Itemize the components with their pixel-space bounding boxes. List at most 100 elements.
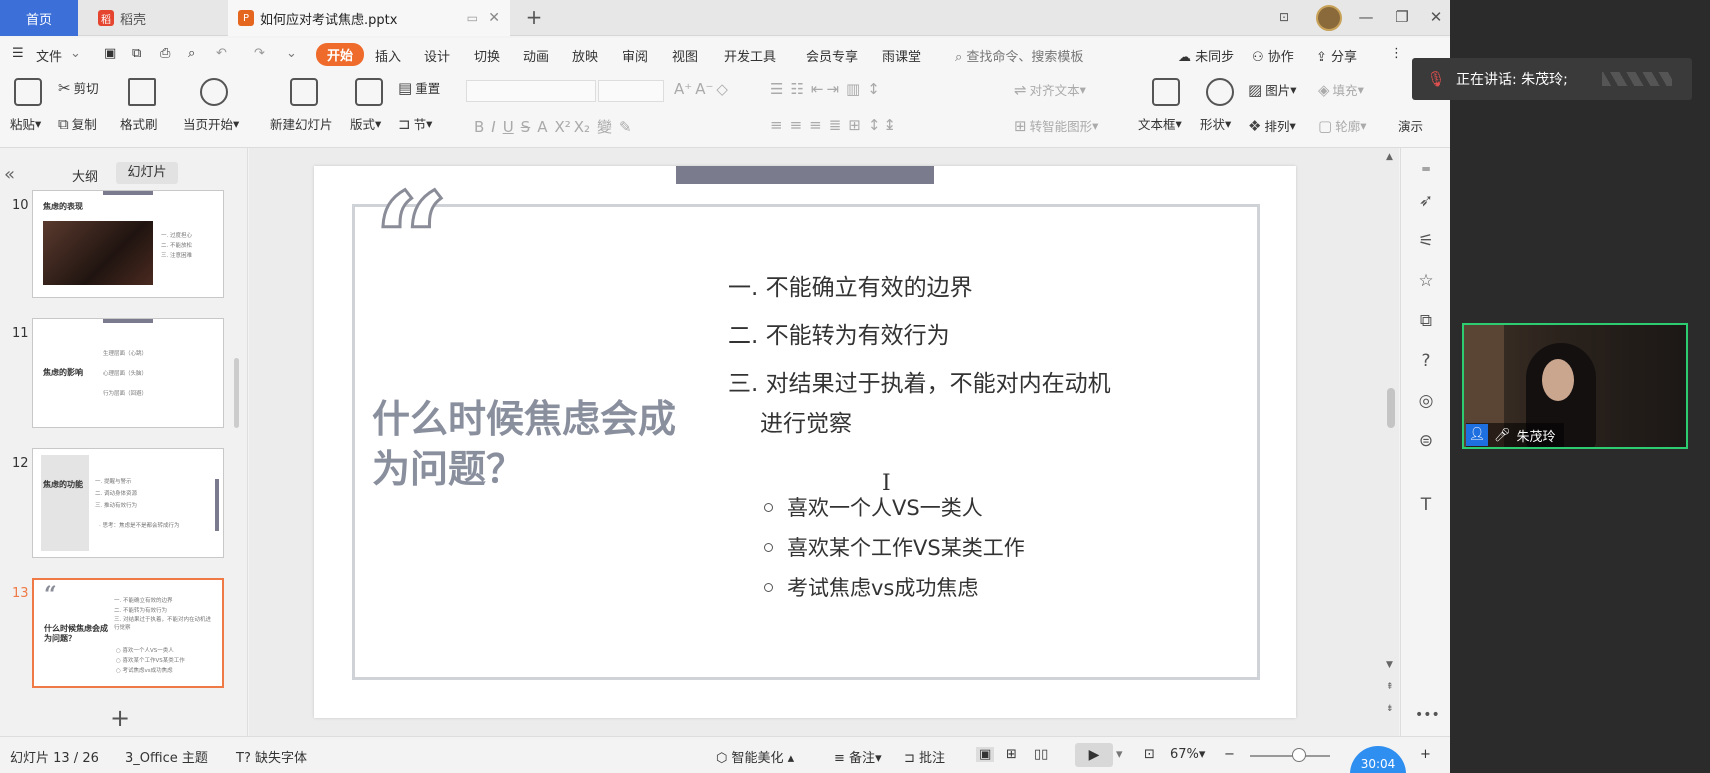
layout-button[interactable]: 版式 ▾ bbox=[350, 114, 381, 133]
redo-icon[interactable]: ↷ bbox=[254, 46, 265, 61]
sync-status[interactable]: ☁ 未同步 bbox=[1178, 46, 1234, 65]
menu-file[interactable]: 文件 bbox=[36, 46, 62, 65]
zoom-out-button[interactable]: − bbox=[1224, 747, 1235, 762]
slide-thumbnail-11[interactable]: 焦虑的影响 生理层面（心跳） 心理层面（头脑） 行为层面（回避） bbox=[32, 318, 224, 428]
layout-icon[interactable] bbox=[355, 78, 383, 106]
cut-button[interactable]: ✂ 剪切 bbox=[58, 78, 99, 97]
chevron-down-icon[interactable]: ⌄ bbox=[70, 46, 81, 61]
fit-window-icon[interactable]: ⊡ bbox=[1144, 747, 1155, 762]
slide-canvas[interactable]: “ 什么时候焦虑会成为问题？ 一. 不能确立有效的边界 二. 不能转为有效行为 … bbox=[249, 148, 1399, 736]
format-painter-button[interactable]: 格式刷 bbox=[120, 114, 158, 133]
save-icon[interactable]: ▣ bbox=[104, 46, 116, 61]
copy-button[interactable]: ⧉ 复制 bbox=[58, 114, 97, 133]
text-icon[interactable]: T bbox=[1415, 494, 1437, 516]
slide-thumbnail-13[interactable]: “ 什么时候焦虑会成为问题？ 一. 不能确立有效的边界 二. 不能转为有效行为 … bbox=[32, 578, 224, 688]
fill-button[interactable]: ◈ 填充 ▾ bbox=[1318, 80, 1364, 99]
menu-developer[interactable]: 开发工具 bbox=[724, 46, 776, 65]
zoom-level[interactable]: 67%▾ bbox=[1170, 747, 1205, 762]
slide-point-2[interactable]: 二. 不能转为有效行为 bbox=[728, 316, 950, 350]
menu-view[interactable]: 视图 bbox=[672, 46, 698, 65]
maximize-button[interactable]: ❐ bbox=[1390, 6, 1414, 28]
menu-design[interactable]: 设计 bbox=[424, 46, 450, 65]
undo-icon[interactable]: ↶ bbox=[216, 46, 227, 61]
missing-font-button[interactable]: T? 缺失字体 bbox=[236, 747, 307, 766]
thumbnail-scrollbar[interactable] bbox=[234, 358, 239, 428]
menu-transition[interactable]: 切换 bbox=[474, 46, 500, 65]
prev-slide-icon[interactable]: ⇞ bbox=[1386, 682, 1394, 692]
scrollbar-thumb[interactable] bbox=[1387, 388, 1395, 428]
export-pdf-icon[interactable]: ⧉ bbox=[132, 46, 141, 61]
text-style-buttons[interactable]: B I U S A X² X₂ 變 ✎ bbox=[474, 116, 635, 137]
more-icon[interactable]: ⋮ bbox=[1390, 46, 1403, 61]
section-button[interactable]: ⊐ 节 ▾ bbox=[398, 114, 432, 133]
search-command-input[interactable]: ⌕ 查找命令、搜索模板 bbox=[955, 46, 1083, 65]
comments-button[interactable]: ⊐ 批注 bbox=[904, 747, 945, 766]
play-icon[interactable] bbox=[200, 78, 228, 106]
shape-icon[interactable] bbox=[1206, 78, 1234, 106]
slide-point-3-cont[interactable]: 进行觉察 bbox=[760, 404, 852, 438]
paste-icon[interactable] bbox=[14, 78, 42, 106]
hamburger-icon[interactable]: ☰ bbox=[12, 46, 24, 61]
add-slide-button[interactable]: + bbox=[110, 704, 130, 732]
slide-point-3[interactable]: 三. 对结果过于执着，不能对内在动机 bbox=[728, 364, 1111, 398]
paste-button[interactable]: 粘贴 ▾ bbox=[10, 114, 41, 133]
new-slide-button[interactable]: 新建幻灯片 bbox=[270, 114, 333, 133]
menu-slideshow[interactable]: 放映 bbox=[572, 46, 598, 65]
smart-shape-button[interactable]: ⊞ 转智能图形 ▾ bbox=[1014, 116, 1098, 135]
brush-icon[interactable] bbox=[128, 78, 156, 106]
new-slide-icon[interactable] bbox=[290, 78, 318, 106]
menu-animation[interactable]: 动画 bbox=[523, 46, 549, 65]
collab-button[interactable]: ⚇ 协作 bbox=[1252, 46, 1294, 65]
print-icon[interactable]: ⎙ bbox=[160, 46, 170, 61]
menu-review[interactable]: 审阅 bbox=[622, 46, 648, 65]
backup-icon[interactable]: ⊜ bbox=[1415, 430, 1437, 452]
zoom-slider-knob[interactable] bbox=[1292, 748, 1306, 762]
tab-daoke[interactable]: 稻 稻壳 bbox=[88, 0, 223, 36]
close-tab-icon[interactable]: ✕ bbox=[488, 10, 500, 26]
help-icon[interactable]: ? bbox=[1415, 350, 1437, 372]
font-size-select[interactable] bbox=[598, 80, 664, 102]
chevron-down-icon[interactable]: ▾ bbox=[1116, 747, 1123, 762]
align-text-button[interactable]: ⇌ 对齐文本 ▾ bbox=[1014, 80, 1086, 99]
rocket-icon[interactable]: ➶ bbox=[1415, 190, 1437, 212]
arrange-button[interactable]: ❖ 排列 ▾ bbox=[1248, 116, 1296, 135]
collapse-pane-icon[interactable]: « bbox=[4, 164, 15, 185]
zoom-in-button[interactable]: + bbox=[1420, 747, 1431, 762]
slide-thumbnail-12[interactable]: 焦虑的功能 一. 提醒与警示 二. 调动身体资源 三. 推动有效行为 · 思考：… bbox=[32, 448, 224, 558]
slide-subpoint-3[interactable]: 考试焦虑vs成功焦虑 bbox=[764, 572, 978, 602]
reset-button[interactable]: ▤ 重置 bbox=[398, 78, 440, 97]
minimize-button[interactable]: — bbox=[1354, 6, 1378, 28]
tab-slides[interactable]: 幻灯片 bbox=[116, 162, 178, 184]
normal-view-icon[interactable]: ▣ bbox=[976, 747, 995, 762]
current-slide[interactable]: “ 什么时候焦虑会成为问题？ 一. 不能确立有效的边界 二. 不能转为有效行为 … bbox=[314, 166, 1296, 718]
avatar[interactable] bbox=[1316, 5, 1342, 31]
textbox-button[interactable]: 文本框 ▾ bbox=[1138, 114, 1182, 133]
outline-button[interactable]: ▢ 轮廓 ▾ bbox=[1318, 116, 1366, 135]
slide-subpoint-1[interactable]: 喜欢一个人VS一类人 bbox=[764, 492, 983, 522]
customize-icon[interactable]: ⌄ bbox=[286, 46, 297, 61]
menu-member[interactable]: 会员专享 bbox=[806, 46, 858, 65]
shape-button[interactable]: 形状 ▾ bbox=[1200, 114, 1231, 133]
play-from-current-button[interactable]: 当页开始 ▾ bbox=[183, 114, 239, 133]
tab-outline[interactable]: 大纲 bbox=[72, 166, 98, 185]
print-preview-icon[interactable]: ⌕ bbox=[188, 46, 195, 61]
next-slide-icon[interactable]: ⇟ bbox=[1386, 704, 1394, 714]
slide-heading[interactable]: 什么时候焦虑会成为问题？ bbox=[372, 394, 682, 494]
share-button[interactable]: ⇪ 分享 bbox=[1316, 46, 1357, 65]
layout-icon[interactable]: ⊡ bbox=[1272, 6, 1296, 28]
reading-view-icon[interactable]: ▯▯ bbox=[1034, 747, 1048, 762]
settings-slider-icon[interactable]: ⚟ bbox=[1415, 230, 1437, 252]
scroll-down-icon[interactable]: ▼ bbox=[1386, 660, 1393, 670]
compass-icon[interactable]: ◎ bbox=[1415, 390, 1437, 412]
scroll-up-icon[interactable]: ▲ bbox=[1386, 152, 1393, 162]
theme-name[interactable]: 3_Office 主题 bbox=[125, 747, 208, 766]
more-icon[interactable]: ••• bbox=[1415, 704, 1440, 726]
participant-video-tile[interactable]: 👤︎ 🎤︎ 朱茂玲 bbox=[1462, 323, 1688, 449]
menu-insert[interactable]: 插入 bbox=[375, 46, 401, 65]
present-button[interactable]: 演示 bbox=[1398, 116, 1423, 135]
menu-rain-classroom[interactable]: 雨课堂 bbox=[882, 46, 921, 65]
slide-point-1[interactable]: 一. 不能确立有效的边界 bbox=[728, 268, 973, 302]
font-family-select[interactable] bbox=[466, 80, 596, 102]
picture-button[interactable]: ▨ 图片 ▾ bbox=[1248, 80, 1296, 99]
play-slideshow-button[interactable]: ▶ bbox=[1075, 743, 1113, 767]
